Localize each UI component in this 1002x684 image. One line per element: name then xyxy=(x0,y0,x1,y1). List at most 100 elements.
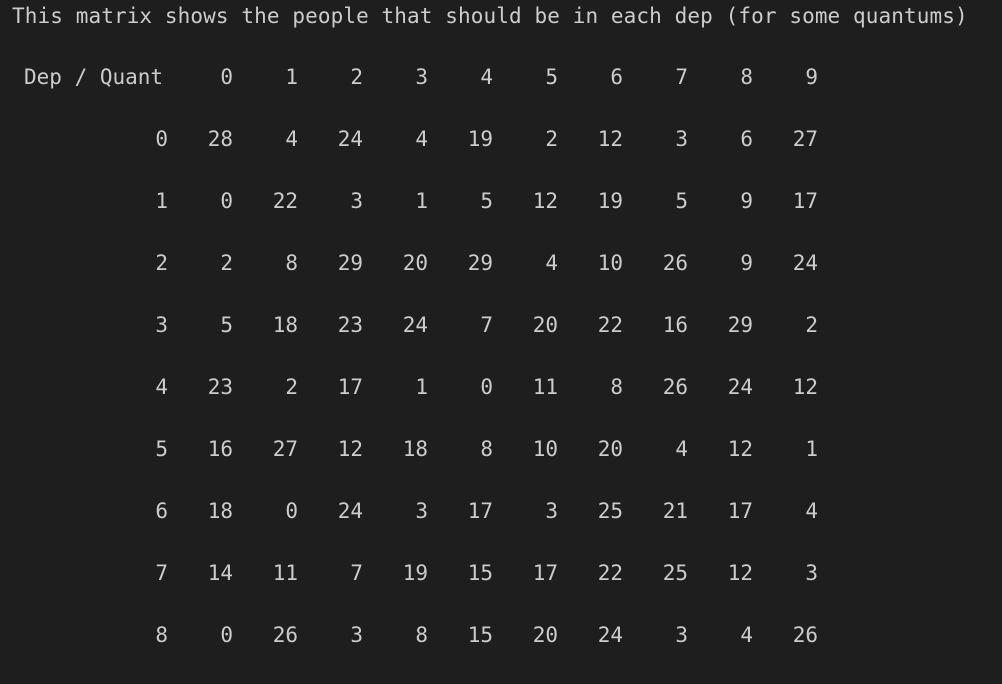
table-cell: 9 xyxy=(740,251,753,275)
table-cell: 27 xyxy=(272,437,298,461)
table-cell: 12 xyxy=(597,127,623,151)
table-cell: 24 xyxy=(597,623,623,647)
table-cell: 8 xyxy=(285,251,298,275)
table-cell: 3 xyxy=(350,189,363,213)
table-cell: 22 xyxy=(597,561,623,585)
table-cell: 4 xyxy=(740,623,753,647)
table-cell: 4 xyxy=(545,251,558,275)
column-header: 5 xyxy=(545,65,558,89)
column-header: 8 xyxy=(740,65,753,89)
table-cell: 24 xyxy=(792,251,818,275)
table-cell: 18 xyxy=(272,313,298,337)
table-cell: 8 xyxy=(480,437,493,461)
table-cell: 8 xyxy=(610,375,623,399)
table-cell: 29 xyxy=(337,251,363,275)
column-header: 3 xyxy=(415,65,428,89)
table-cell: 1 xyxy=(415,189,428,213)
column-header: 6 xyxy=(610,65,623,89)
table-cell: 19 xyxy=(597,189,623,213)
table-cell: 17 xyxy=(532,561,558,585)
table-cell: 7 xyxy=(480,313,493,337)
table-cell: 23 xyxy=(337,313,363,337)
table-cell: 17 xyxy=(467,499,493,523)
table-cell: 3 xyxy=(415,499,428,523)
table-cell: 10 xyxy=(597,251,623,275)
table-cell: 17 xyxy=(792,189,818,213)
table-cell: 26 xyxy=(272,623,298,647)
table-cell: 12 xyxy=(792,375,818,399)
intro-text: This matrix shows the people that should… xyxy=(12,4,968,28)
table-cell: 24 xyxy=(727,375,753,399)
table-cell: 0 xyxy=(220,189,233,213)
table-cell: 2 xyxy=(220,251,233,275)
table-cell: 10 xyxy=(532,437,558,461)
table-cell: 19 xyxy=(402,561,428,585)
table-cell: 23 xyxy=(207,375,233,399)
table-cell: 4 xyxy=(675,437,688,461)
table-cell: 4 xyxy=(285,127,298,151)
table-cell: 22 xyxy=(272,189,298,213)
table-cell: 12 xyxy=(532,189,558,213)
table-cell: 3 xyxy=(350,623,363,647)
table-cell: 15 xyxy=(467,623,493,647)
column-header: 9 xyxy=(805,65,818,89)
table-cell: 24 xyxy=(337,127,363,151)
table-cell: 28 xyxy=(207,127,233,151)
table-cell: 11 xyxy=(272,561,298,585)
table-cell: 20 xyxy=(532,313,558,337)
table-cell: 11 xyxy=(532,375,558,399)
corner-label: Dep / Quant xyxy=(24,65,164,89)
table-cell: 5 xyxy=(220,313,233,337)
table-cell: 0 xyxy=(480,375,493,399)
table-cell: 3 xyxy=(805,561,818,585)
table-cell: 18 xyxy=(207,499,233,523)
row-label: 4 xyxy=(155,375,168,399)
table-cell: 9 xyxy=(740,189,753,213)
table-cell: 27 xyxy=(792,127,818,151)
table-cell: 2 xyxy=(805,313,818,337)
table-cell: 7 xyxy=(350,561,363,585)
row-label: 7 xyxy=(155,561,168,585)
table-cell: 26 xyxy=(662,375,688,399)
table-cell: 2 xyxy=(285,375,298,399)
table-cell: 6 xyxy=(740,127,753,151)
table-cell: 26 xyxy=(792,623,818,647)
column-header: 7 xyxy=(675,65,688,89)
table-cell: 12 xyxy=(337,437,363,461)
column-header: 2 xyxy=(350,65,363,89)
table-cell: 24 xyxy=(337,499,363,523)
row-label: 8 xyxy=(155,623,168,647)
table-cell: 4 xyxy=(805,499,818,523)
table-cell: 25 xyxy=(662,561,688,585)
table-cell: 17 xyxy=(337,375,363,399)
row-label: 6 xyxy=(155,499,168,523)
table-cell: 21 xyxy=(662,499,688,523)
row-label: 3 xyxy=(155,313,168,337)
table-cell: 17 xyxy=(727,499,753,523)
table-cell: 20 xyxy=(597,437,623,461)
column-header: 1 xyxy=(285,65,298,89)
table-cell: 3 xyxy=(545,499,558,523)
table-cell: 16 xyxy=(662,313,688,337)
column-header: 4 xyxy=(480,65,493,89)
table-cell: 2 xyxy=(545,127,558,151)
table-cell: 20 xyxy=(402,251,428,275)
row-label: 1 xyxy=(155,189,168,213)
table-cell: 8 xyxy=(415,623,428,647)
row-label: 2 xyxy=(155,251,168,275)
table-cell: 24 xyxy=(402,313,428,337)
table-cell: 3 xyxy=(675,127,688,151)
table-cell: 4 xyxy=(415,127,428,151)
table-cell: 18 xyxy=(402,437,428,461)
row-label: 5 xyxy=(155,437,168,461)
table-cell: 25 xyxy=(597,499,623,523)
column-header: 0 xyxy=(220,65,233,89)
table-cell: 22 xyxy=(597,313,623,337)
table-cell: 0 xyxy=(285,499,298,523)
table-cell: 14 xyxy=(207,561,233,585)
table-cell: 29 xyxy=(727,313,753,337)
table-cell: 20 xyxy=(532,623,558,647)
table-cell: 19 xyxy=(467,127,493,151)
table-cell: 16 xyxy=(207,437,233,461)
table-cell: 5 xyxy=(480,189,493,213)
